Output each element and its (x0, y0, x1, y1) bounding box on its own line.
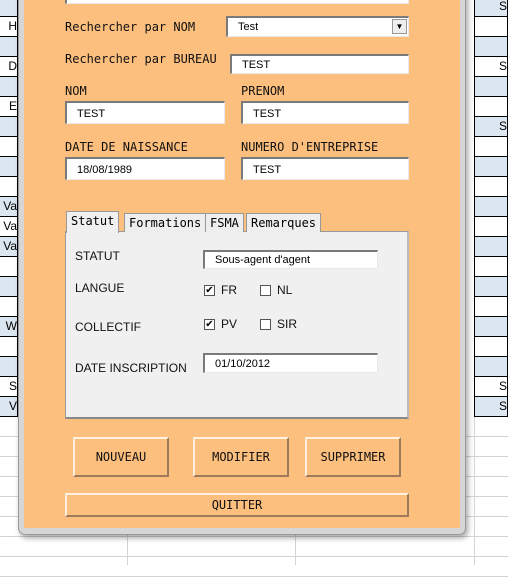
sheet-cell[interactable] (474, 37, 508, 57)
sheet-cell[interactable]: Se (474, 397, 508, 417)
sheet-cell[interactable] (0, 357, 18, 377)
inscription-label: DATE INSCRIPTION (75, 361, 187, 375)
nl-label: NL (277, 283, 293, 297)
sheet-cell[interactable] (0, 277, 18, 297)
tab-fsma[interactable]: FSMA (205, 213, 244, 232)
sheet-cell[interactable]: D (0, 57, 18, 77)
sheet-cell[interactable] (474, 157, 508, 177)
collectif-label: COLLECTIF (75, 320, 142, 334)
sheet-gridline (0, 537, 508, 557)
sheet-cell[interactable] (474, 97, 508, 117)
prenom-label: PRENOM (241, 84, 285, 98)
modify-button[interactable]: MODIFIER (193, 437, 289, 477)
sheet-cell[interactable]: W (0, 317, 18, 337)
sheet-cell[interactable] (0, 297, 18, 317)
search-name-label: Rechercher par NOM (65, 20, 196, 34)
tab-remarques[interactable]: Remarques (246, 213, 322, 232)
prenom-input[interactable]: TEST (241, 101, 409, 124)
sheet-cell[interactable] (474, 217, 508, 237)
sheet-cell[interactable]: H (0, 17, 18, 37)
sheet-cell[interactable] (474, 357, 508, 377)
tab-statut[interactable]: Statut (66, 211, 120, 233)
sheet-cell[interactable]: Se (474, 117, 508, 137)
sheet-cell[interactable] (474, 137, 508, 157)
sheet-cell[interactable] (0, 77, 18, 97)
sheet-cell[interactable] (474, 297, 508, 317)
statut-label: STATUT (75, 249, 120, 263)
search-name-combobox[interactable]: Test ▼ (226, 16, 409, 37)
sheet-cell[interactable] (474, 277, 508, 297)
sheet-cell[interactable] (0, 257, 18, 277)
company-number-label: NUMERO D'ENTREPRISE (241, 140, 379, 154)
langue-label: LANGUE (75, 281, 125, 295)
sheet-cell[interactable]: Va (0, 217, 18, 237)
fr-checkbox[interactable]: ✔ (204, 285, 215, 296)
sheet-cell[interactable] (474, 177, 508, 197)
nom-input[interactable]: TEST (65, 101, 225, 124)
sheet-cell[interactable]: S (0, 377, 18, 397)
quit-button[interactable]: QUITTER (65, 493, 409, 517)
statut-input[interactable]: Sous-agent d'agent (203, 250, 378, 269)
sheet-cell[interactable] (474, 337, 508, 357)
new-button[interactable]: NOUVEAU (73, 437, 169, 477)
sheet-cell[interactable]: Se (474, 377, 508, 397)
delete-button[interactable]: SUPPRIMER (305, 437, 401, 477)
pv-checkbox[interactable]: ✔ (204, 319, 215, 330)
dob-label: DATE DE NAISSANCE (65, 140, 188, 154)
sheet-cell[interactable] (474, 77, 508, 97)
chevron-down-icon[interactable]: ▼ (392, 19, 407, 34)
sir-label: SIR (277, 317, 298, 331)
sheet-cell[interactable] (0, 0, 18, 17)
fr-label: FR (221, 283, 237, 297)
sheet-gridline (0, 557, 508, 577)
search-bureau-input[interactable]: TEST (230, 54, 409, 74)
dob-input[interactable]: 18/08/1989 (65, 157, 225, 180)
sheet-cell[interactable]: E (0, 97, 18, 117)
sheet-cell[interactable] (0, 117, 18, 137)
sheet-cell[interactable] (474, 257, 508, 277)
pv-label: PV (221, 317, 238, 331)
nl-checkbox[interactable] (260, 285, 271, 296)
nom-label: NOM (65, 84, 87, 98)
sheet-cell[interactable] (0, 177, 18, 197)
sheet-cell[interactable] (474, 197, 508, 217)
search-name-value: Test (238, 21, 259, 33)
sheet-cell[interactable] (0, 157, 18, 177)
search-bureau-label: Rechercher par BUREAU (65, 52, 217, 66)
sheet-cell[interactable]: Va (0, 237, 18, 257)
tab-formations[interactable]: Formations (124, 213, 207, 232)
company-number-input[interactable]: TEST (241, 157, 409, 180)
sheet-cell[interactable]: Se (474, 0, 508, 17)
sheet-cell[interactable] (0, 137, 18, 157)
inscription-input[interactable]: 01/10/2012 (203, 353, 378, 373)
sir-checkbox[interactable] (260, 319, 271, 330)
sheet-cell[interactable]: Se (474, 57, 508, 77)
sheet-cell[interactable]: V (0, 397, 18, 417)
sheet-cell[interactable] (474, 317, 508, 337)
sheet-gridline (474, 417, 475, 565)
sheet-cell[interactable] (474, 17, 508, 37)
top-field[interactable] (65, 0, 409, 4)
sheet-cell[interactable] (474, 237, 508, 257)
sheet-cell[interactable]: Va (0, 197, 18, 217)
sheet-cell[interactable] (0, 37, 18, 57)
sheet-cell[interactable] (0, 337, 18, 357)
